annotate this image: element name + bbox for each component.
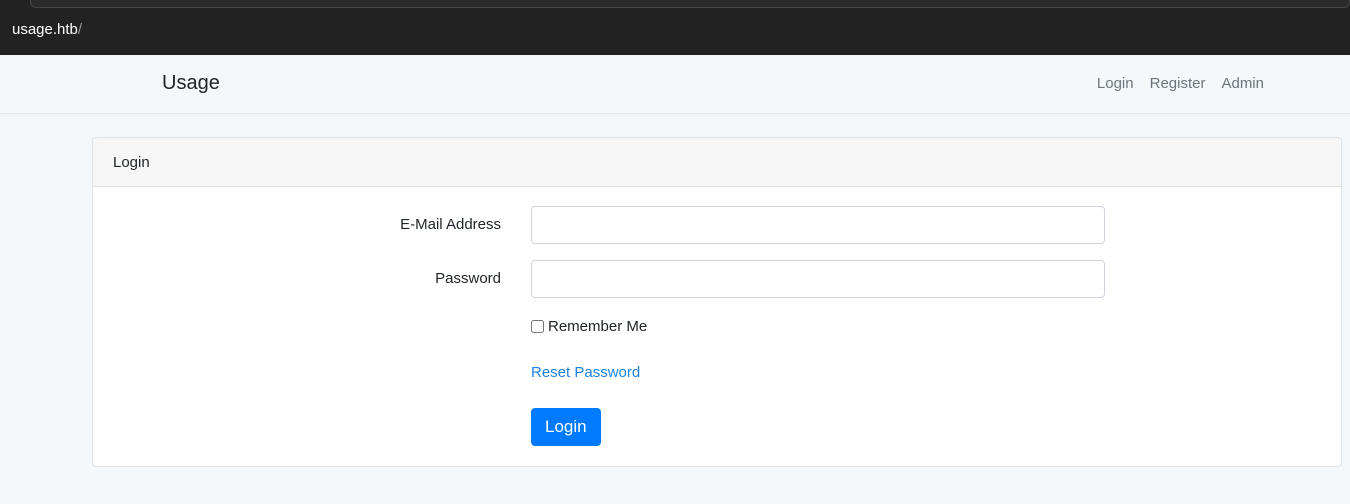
card-header: Login — [93, 138, 1341, 187]
login-button[interactable]: Login — [531, 408, 601, 446]
url-display[interactable]: usage.htb/ — [12, 21, 82, 38]
reset-password-link[interactable]: Reset Password — [531, 364, 640, 381]
remember-me-checkbox[interactable] — [531, 320, 544, 333]
email-input[interactable] — [531, 206, 1105, 244]
nav-links: Login Register Admin — [1097, 75, 1264, 92]
nav-login-link[interactable]: Login — [1097, 75, 1134, 92]
browser-address-bar: usage.htb/ — [0, 0, 1350, 55]
top-navbar: Usage Login Register Admin — [0, 55, 1350, 114]
browser-tab-strip — [30, 0, 1350, 8]
nav-admin-link[interactable]: Admin — [1221, 75, 1264, 92]
remember-me-label[interactable]: Remember Me — [548, 318, 647, 335]
nav-register-link[interactable]: Register — [1150, 75, 1206, 92]
url-host: usage.htb — [12, 21, 78, 38]
email-label: E-Mail Address — [400, 216, 501, 233]
remember-me-group: Remember Me — [531, 318, 647, 335]
login-card: Login E-Mail Address Password Remember M… — [92, 137, 1342, 467]
password-label: Password — [435, 270, 501, 287]
url-path: / — [77, 21, 83, 38]
password-input[interactable] — [531, 260, 1105, 298]
brand-logo[interactable]: Usage — [162, 72, 220, 95]
